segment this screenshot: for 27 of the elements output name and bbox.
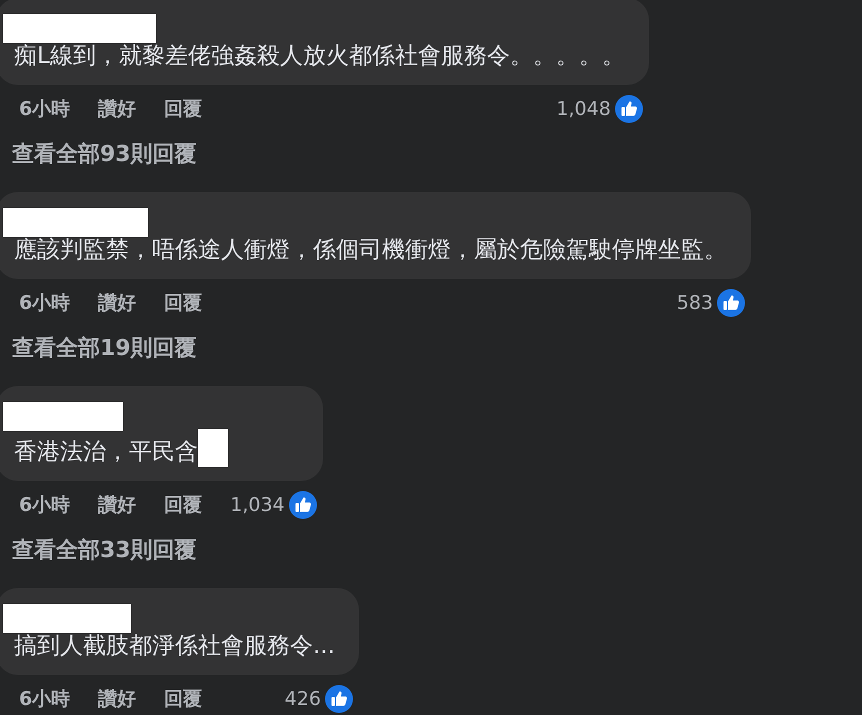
comment-text: 香港法治，平民含 [14, 439, 198, 465]
like-link[interactable]: 讚好 [98, 288, 136, 318]
reaction-count[interactable]: 1,034 [230, 490, 285, 520]
comment-time[interactable]: 6小時 [19, 684, 70, 714]
reaction-count[interactable]: 583 [676, 288, 713, 318]
like-icon [286, 489, 319, 521]
reaction-count[interactable]: 1,048 [556, 94, 611, 124]
reaction-count[interactable]: 426 [284, 684, 321, 714]
reply-link[interactable]: 回覆 [164, 288, 202, 318]
reply-link[interactable]: 回覆 [164, 94, 202, 124]
view-replies-link[interactable]: 查看全部33則回覆 [0, 529, 197, 573]
comment-text: 痴L線到，就黎差佬強姦殺人放火都係社會服務令。。。。。 [14, 43, 625, 69]
reply-link[interactable]: 回覆 [164, 684, 202, 714]
like-link[interactable]: 讚好 [98, 490, 136, 520]
like-link[interactable]: 讚好 [98, 94, 136, 124]
reply-link[interactable]: 回覆 [164, 490, 202, 520]
comment-time[interactable]: 6小時 [19, 94, 70, 124]
comment-text: 應該判監禁，唔係途人衝燈，係個司機衝燈，屬於危險駕駛停牌坐監。 [14, 237, 727, 263]
like-icon [322, 683, 355, 715]
view-replies-link[interactable]: 查看全部93則回覆 [0, 133, 197, 177]
comment-time[interactable]: 6小時 [19, 288, 70, 318]
like-link[interactable]: 讚好 [98, 684, 136, 714]
like-icon [715, 287, 747, 319]
comment-time[interactable]: 6小時 [19, 490, 70, 520]
view-replies-link[interactable]: 查看全部19則回覆 [0, 327, 197, 371]
comment-text: 搞到人截肢都淨係社會服務令... [14, 633, 335, 659]
like-icon [612, 93, 645, 125]
